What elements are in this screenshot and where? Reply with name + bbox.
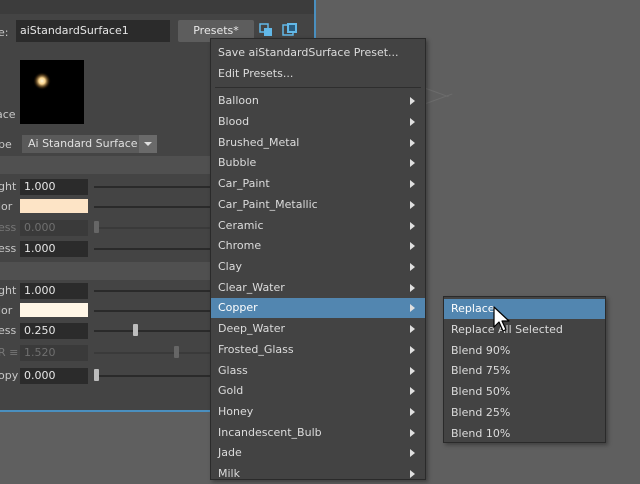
presets-menu: Save aiStandardSurface Preset... Edit Pr… xyxy=(210,38,426,480)
base-color-swatch[interactable] xyxy=(20,199,88,213)
preset-item-ceramic[interactable]: Ceramic xyxy=(211,216,425,236)
submenu-arrow-icon xyxy=(410,429,415,437)
preset-item-balloon[interactable]: Balloon xyxy=(211,91,425,111)
anisotropy-field[interactable]: 0.000 xyxy=(20,368,88,384)
type-dropdown[interactable]: Ai Standard Surface xyxy=(22,135,157,153)
slider-handle[interactable] xyxy=(133,324,138,336)
background-wire-line xyxy=(425,93,453,104)
preset-item-jade[interactable]: Jade xyxy=(211,443,425,463)
submenu-item-replace-all-selected[interactable]: Replace All Selected xyxy=(444,320,605,340)
copper-submenu: Replace Replace All Selected Blend 90% B… xyxy=(443,296,606,443)
submenu-arrow-icon xyxy=(410,201,415,209)
row-label: ess xyxy=(0,242,17,255)
type-dropdown-value: Ai Standard Surface xyxy=(28,137,138,150)
preset-item-milk[interactable]: Milk xyxy=(211,464,425,484)
preset-item-brushed-metal[interactable]: Brushed_Metal xyxy=(211,133,425,153)
node-name-field[interactable]: aiStandardSurface1 xyxy=(16,20,170,42)
panel-top-strip xyxy=(0,0,314,14)
submenu-arrow-icon xyxy=(410,325,415,333)
slider-handle xyxy=(94,221,99,233)
specular-color-swatch[interactable] xyxy=(20,303,88,317)
submenu-item-blend-75[interactable]: Blend 75% xyxy=(444,361,605,381)
submenu-item-blend-25[interactable]: Blend 25% xyxy=(444,403,605,423)
preset-item-incandescent-bulb[interactable]: Incandescent_Bulb xyxy=(211,423,425,443)
preset-item-frosted-glass[interactable]: Frosted_Glass xyxy=(211,340,425,360)
preset-item-chrome[interactable]: Chrome xyxy=(211,236,425,256)
submenu-item-blend-50[interactable]: Blend 50% xyxy=(444,382,605,402)
submenu-arrow-icon xyxy=(410,222,415,230)
preset-item-bubble[interactable]: Bubble xyxy=(211,153,425,173)
menu-separator xyxy=(215,87,421,88)
submenu-arrow-icon xyxy=(410,304,415,312)
submenu-arrow-icon xyxy=(410,180,415,188)
submenu-arrow-icon xyxy=(410,346,415,354)
preset-item-honey[interactable]: Honey xyxy=(211,402,425,422)
submenu-arrow-icon xyxy=(410,367,415,375)
chevron-down-icon xyxy=(139,135,157,153)
material-swatch-preview xyxy=(20,60,84,124)
row-label: opy xyxy=(0,369,19,382)
preset-item-clear-water[interactable]: Clear_Water xyxy=(211,278,425,298)
submenu-arrow-icon xyxy=(410,139,415,147)
submenu-item-blend-90[interactable]: Blend 90% xyxy=(444,341,605,361)
copy-tab-icon[interactable] xyxy=(258,22,274,38)
submenu-item-blend-10[interactable]: Blend 10% xyxy=(444,424,605,444)
submenu-arrow-icon xyxy=(410,242,415,250)
row-label: ess xyxy=(0,221,17,234)
diffuse-roughness-field: 0.000 xyxy=(20,220,88,236)
slider-handle xyxy=(174,346,179,358)
specular-weight-field[interactable]: 1.000 xyxy=(20,283,88,299)
background-wire-line xyxy=(425,88,449,98)
row-label: ght xyxy=(0,284,17,297)
submenu-arrow-icon xyxy=(410,159,415,167)
submenu-arrow-icon xyxy=(410,97,415,105)
preset-item-car-paint[interactable]: Car_Paint xyxy=(211,174,425,194)
ior-field: 1.520 xyxy=(20,345,88,361)
preset-item-glass[interactable]: Glass xyxy=(211,361,425,381)
submenu-arrow-icon xyxy=(410,387,415,395)
swatch-label: ace xyxy=(0,108,16,121)
metalness-field[interactable]: 1.000 xyxy=(20,241,88,257)
submenu-arrow-icon xyxy=(410,118,415,126)
submenu-arrow-icon xyxy=(410,449,415,457)
slider-handle[interactable] xyxy=(94,369,99,381)
base-weight-field[interactable]: 1.000 xyxy=(20,179,88,195)
mouse-pointer-icon xyxy=(492,306,514,334)
row-label: lor xyxy=(0,304,13,317)
show-hide-icon[interactable] xyxy=(282,22,298,38)
submenu-arrow-icon xyxy=(410,263,415,271)
preset-item-gold[interactable]: Gold xyxy=(211,381,425,401)
preset-item-deep-water[interactable]: Deep_Water xyxy=(211,319,425,339)
row-label: lor xyxy=(0,200,13,213)
submenu-arrow-icon xyxy=(410,408,415,416)
preset-item-copper[interactable]: Copper xyxy=(211,298,425,318)
preset-item-car-paint-metallic[interactable]: Car_Paint_Metallic xyxy=(211,195,425,215)
preset-item-clay[interactable]: Clay xyxy=(211,257,425,277)
row-label: ess xyxy=(0,324,17,337)
row-label: R ≡ xyxy=(0,346,19,359)
submenu-item-replace[interactable]: Replace xyxy=(444,299,605,319)
node-name-label: e: xyxy=(0,26,9,39)
row-label: ght xyxy=(0,180,17,193)
submenu-arrow-icon xyxy=(410,470,415,478)
save-preset-item[interactable]: Save aiStandardSurface Preset... xyxy=(211,43,425,63)
edit-presets-item[interactable]: Edit Presets... xyxy=(211,64,425,84)
type-label: pe xyxy=(0,138,12,151)
submenu-arrow-icon xyxy=(410,284,415,292)
specular-roughness-field[interactable]: 0.250 xyxy=(20,323,88,339)
preset-item-blood[interactable]: Blood xyxy=(211,112,425,132)
